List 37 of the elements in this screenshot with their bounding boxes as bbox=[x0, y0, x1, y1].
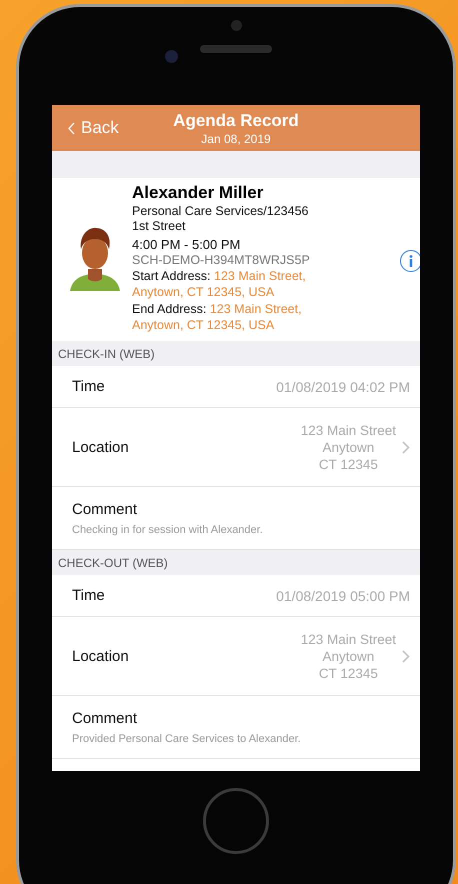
location-line: Anytown bbox=[322, 648, 374, 664]
screen-title: Agenda Record bbox=[173, 111, 299, 131]
section-header: CHECK-OUT (WEB) bbox=[52, 550, 420, 575]
row-label: Comment bbox=[72, 500, 138, 518]
row-label: Comment bbox=[72, 710, 138, 726]
address-text: End Address: 123 Main Street, Anytown, CT 12345, USA bbox=[132, 301, 303, 333]
row-label: Location bbox=[72, 648, 130, 664]
schedule-code: SCH-DEMO-H394MT8WRJS5P bbox=[132, 253, 311, 267]
location-line: Anytown bbox=[322, 438, 374, 456]
row-label: Location bbox=[72, 438, 130, 456]
service-text: Personal Care Services/123456 bbox=[132, 204, 310, 218]
speaker-grille bbox=[200, 45, 272, 53]
chevron-right-icon bbox=[402, 440, 410, 454]
chevron-left-icon bbox=[68, 122, 75, 134]
location-line: CT 12345 bbox=[318, 664, 378, 682]
comment-text: Provided Personal Care Services to Alexander. bbox=[72, 732, 302, 744]
location-row[interactable]: Location 123 Main Street Anytown CT 12345 bbox=[52, 617, 420, 696]
chevron-right-icon bbox=[402, 650, 410, 662]
client-name: Alexander Miller bbox=[132, 183, 264, 203]
section-header: CHECK-IN (WEB) bbox=[52, 341, 420, 366]
comment-text: Checking in for session with Alexander. bbox=[72, 524, 264, 536]
row-label: Time bbox=[72, 378, 106, 395]
street-text: 1st Street bbox=[132, 219, 186, 233]
time-range: 4:00 PM - 5:00 PM bbox=[132, 237, 242, 252]
address-text: Start Address: 123 Main Street, Anytown, CT 12345, USA bbox=[132, 268, 307, 300]
info-button[interactable] bbox=[400, 250, 420, 272]
info-icon bbox=[409, 255, 413, 267]
camera-lens bbox=[165, 50, 178, 63]
time-value: 01/08/2019 04:02 PM bbox=[276, 378, 410, 394]
sensor-dot bbox=[230, 20, 242, 31]
location-line: 123 Main Street bbox=[300, 630, 396, 648]
location-row[interactable]: Location 123 Main Street Anytown CT 12345 bbox=[52, 408, 420, 487]
row-label: Time bbox=[72, 587, 106, 604]
time-value: 01/08/2019 05:00 PM bbox=[276, 588, 410, 604]
location-line: CT 12345 bbox=[318, 456, 378, 472]
screen-subtitle: Jan 08, 2019 bbox=[201, 132, 271, 146]
location-line: 123 Main Street bbox=[300, 422, 396, 438]
